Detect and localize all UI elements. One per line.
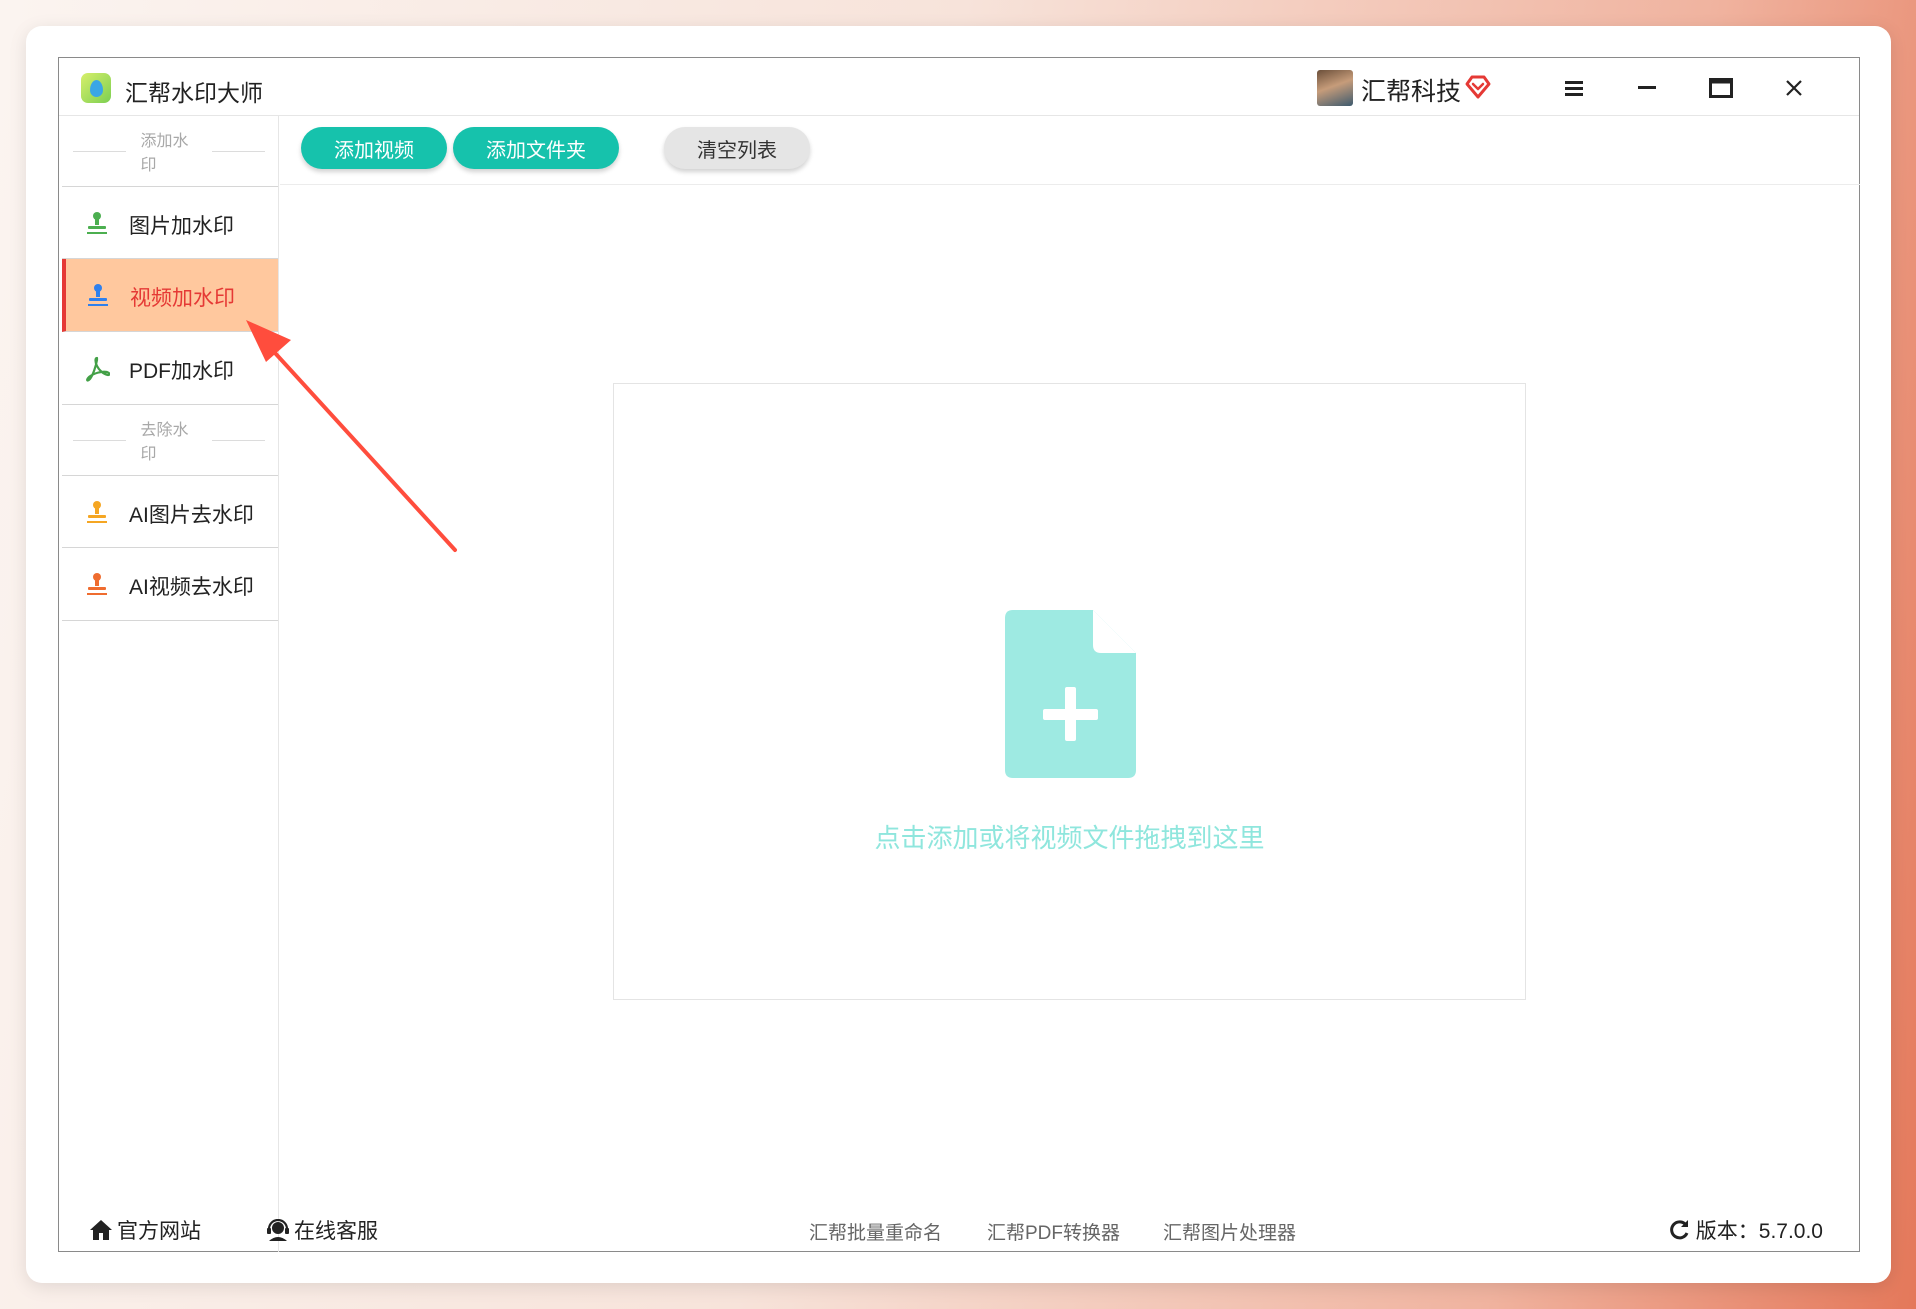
vip-heart-icon[interactable]: [1463, 71, 1493, 101]
sidebar-item-pdf-watermark[interactable]: PDF加水印: [62, 332, 278, 405]
file-add-icon: [1005, 610, 1136, 778]
clear-list-button[interactable]: 清空列表: [664, 127, 810, 169]
version-label: 版本：5.7.0.0: [1695, 1220, 1823, 1243]
stamp-icon: [87, 501, 107, 523]
home-icon: [90, 1220, 112, 1240]
menu-icon: [1565, 81, 1583, 96]
add-folder-button[interactable]: 添加文件夹: [453, 127, 619, 169]
sidebar-item-label: PDF加水印: [129, 360, 234, 383]
refresh-icon: [1669, 1220, 1689, 1240]
app-title: 汇帮水印大师: [125, 80, 263, 106]
toolbar: 添加视频 添加文件夹 清空列表: [280, 116, 1860, 185]
sidebar-item-label: 图片加水印: [129, 215, 234, 238]
online-support-label: 在线客服: [294, 1220, 378, 1243]
avatar[interactable]: [1317, 70, 1353, 106]
app-window: 汇帮水印大师 汇帮科技 添加水印 图片加水印 视频加水印 PDF加水印 去除水印…: [58, 57, 1860, 1252]
sidebar-item-ai-video-remove[interactable]: AI视频去水印: [62, 548, 278, 621]
file-drop-zone[interactable]: 点击添加或将视频文件拖拽到这里: [613, 383, 1526, 1000]
minimize-button[interactable]: [1627, 68, 1667, 108]
maximize-button[interactable]: [1701, 68, 1741, 108]
stamp-icon: [87, 212, 107, 234]
add-video-button[interactable]: 添加视频: [301, 127, 447, 169]
version-info[interactable]: 版本：5.7.0.0: [1668, 1215, 1823, 1245]
close-button[interactable]: [1774, 68, 1814, 108]
footer: 官方网站 在线客服 汇帮批量重命名 汇帮PDF转换器 汇帮图片处理器 版本：5.…: [59, 1205, 1859, 1251]
stamp-icon: [88, 284, 108, 306]
section-header-add: 添加水印: [59, 116, 279, 186]
sidebar-item-label: 视频加水印: [130, 287, 235, 310]
headset-icon: [267, 1219, 289, 1241]
stamp-icon: [87, 573, 107, 595]
title-bar: 汇帮水印大师 汇帮科技: [59, 58, 1859, 116]
online-support-link[interactable]: 在线客服: [266, 1215, 378, 1245]
footer-link-rename[interactable]: 汇帮批量重命名: [809, 1218, 942, 1245]
footer-link-image-processor[interactable]: 汇帮图片处理器: [1163, 1218, 1296, 1245]
official-website-label: 官方网站: [117, 1220, 201, 1243]
drop-hint-text: 点击添加或将视频文件拖拽到这里: [874, 823, 1265, 853]
section-header-remove: 去除水印: [59, 405, 279, 475]
official-website-link[interactable]: 官方网站: [89, 1215, 201, 1245]
sidebar-item-label: AI视频去水印: [129, 576, 254, 599]
maximize-icon: [1709, 78, 1733, 98]
minimize-icon: [1638, 86, 1656, 89]
footer-link-pdf-converter[interactable]: 汇帮PDF转换器: [987, 1218, 1120, 1245]
sidebar-item-image-watermark[interactable]: 图片加水印: [62, 186, 278, 259]
sidebar: 添加水印 图片加水印 视频加水印 PDF加水印 去除水印 AI图片去水印 AI视…: [59, 116, 279, 1252]
sidebar-item-video-watermark[interactable]: 视频加水印: [62, 259, 278, 332]
user-name[interactable]: 汇帮科技: [1361, 72, 1461, 108]
app-logo-icon: [81, 73, 111, 103]
pdf-icon: [86, 356, 110, 382]
sidebar-item-ai-image-remove[interactable]: AI图片去水印: [62, 475, 278, 548]
close-icon: [1786, 80, 1802, 96]
menu-button[interactable]: [1554, 68, 1594, 108]
sidebar-item-label: AI图片去水印: [129, 504, 254, 527]
